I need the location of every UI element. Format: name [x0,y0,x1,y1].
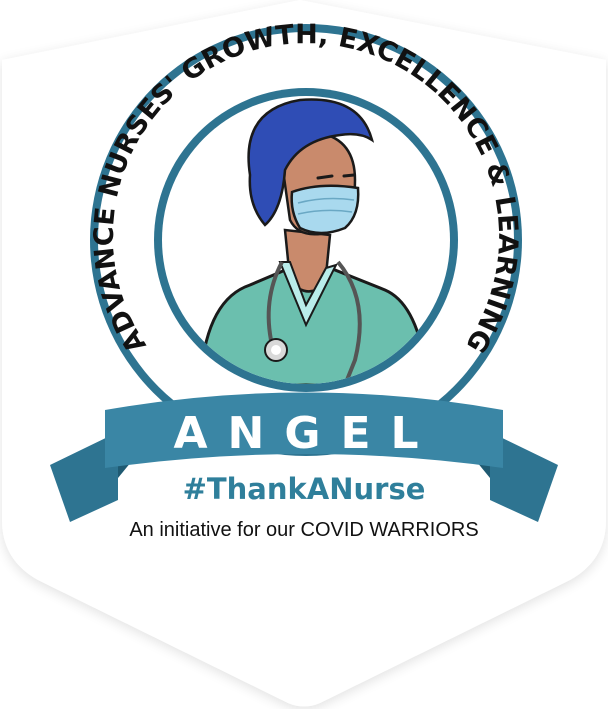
hashtag-text: #ThankANurse [182,472,426,506]
tagline-text: An initiative for our COVID WARRIORS [129,519,479,541]
ribbon-text: ANGEL [173,408,438,459]
angel-badge-logo: ADVANCE NURSES' GROWTH, EXCELLENCE & LEA… [2,0,606,707]
